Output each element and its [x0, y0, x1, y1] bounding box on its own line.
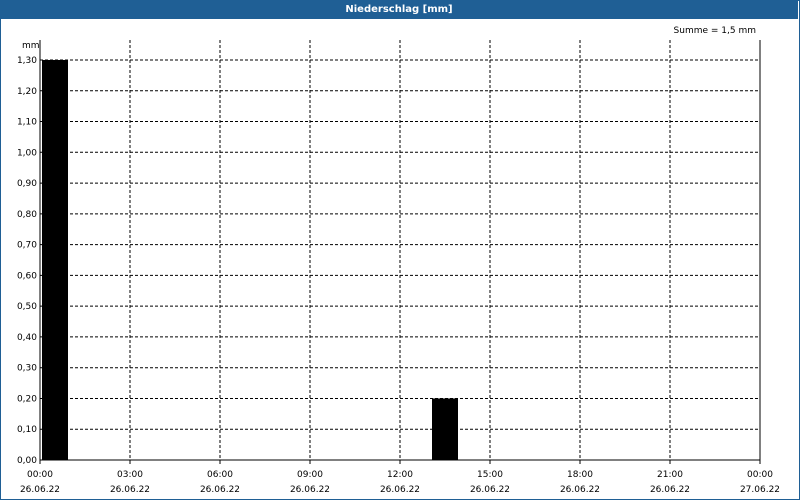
x-tick-date: 26.06.22	[560, 485, 600, 495]
x-tick-date: 26.06.22	[20, 485, 60, 495]
x-tick-date: 27.06.22	[740, 485, 780, 495]
y-tick-label: 1,10	[17, 118, 37, 128]
x-tick-time: 06:00	[207, 470, 233, 480]
x-tick-time: 18:00	[567, 470, 593, 480]
y-tick-label: 0,00	[17, 456, 37, 466]
x-tick-date: 26.06.22	[110, 485, 150, 495]
y-tick-label: 0,50	[17, 302, 37, 312]
y-tick-label: 0,70	[17, 241, 37, 251]
y-tick-label: 0,20	[17, 394, 37, 404]
x-tick-time: 03:00	[117, 470, 143, 480]
y-tick-label: 0,80	[17, 210, 37, 220]
x-tick-time: 00:00	[747, 470, 773, 480]
x-tick-date: 26.06.22	[380, 485, 420, 495]
x-tick-time: 00:00	[27, 470, 53, 480]
x-tick-time: 12:00	[387, 470, 413, 480]
x-tick-time: 15:00	[477, 470, 503, 480]
y-axis-unit: mm	[22, 41, 40, 51]
y-tick-label: 0,10	[17, 425, 37, 435]
y-tick-label: 0,60	[17, 271, 37, 281]
x-tick-date: 26.06.22	[200, 485, 240, 495]
precipitation-bar	[432, 398, 458, 460]
precipitation-chart: mm 0,00 0,10 0,20 0,30 0,40 0,50 0,60 0,70 0,80 0…	[17, 40, 780, 495]
y-tick-label: 0,30	[17, 364, 37, 374]
x-tick-date: 26.06.22	[470, 485, 510, 495]
y-tick-label: 1,20	[17, 87, 37, 97]
precipitation-bar	[42, 60, 68, 460]
y-tick-label: 0,90	[17, 179, 37, 189]
x-tick-time: 21:00	[657, 470, 683, 480]
x-tick-date: 26.06.22	[650, 485, 690, 495]
x-tick-date: 26.06.22	[290, 485, 330, 495]
x-tick-time: 09:00	[297, 470, 323, 480]
y-tick-label: 0,40	[17, 333, 37, 343]
y-tick-label: 1,30	[17, 56, 37, 66]
y-tick-label: 1,00	[17, 148, 37, 158]
